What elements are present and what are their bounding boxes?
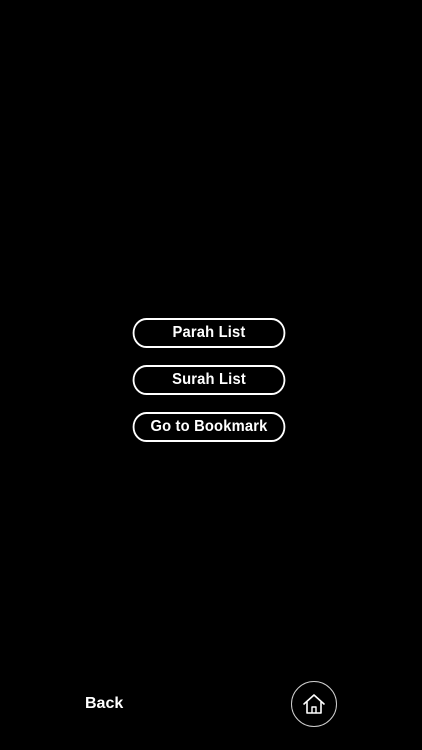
parah-list-button[interactable]: Parah List bbox=[132, 318, 286, 348]
home-button[interactable] bbox=[291, 681, 337, 727]
main-menu: Parah List Surah List Go to Bookmark bbox=[126, 318, 292, 442]
main-menu-screen: Parah List Surah List Go to Bookmark Bac… bbox=[0, 0, 422, 750]
go-to-bookmark-button[interactable]: Go to Bookmark bbox=[132, 412, 286, 442]
surah-list-label: Surah List bbox=[172, 371, 246, 388]
parah-list-label: Parah List bbox=[172, 324, 246, 341]
home-icon bbox=[301, 692, 327, 716]
back-button[interactable]: Back bbox=[85, 695, 123, 713]
surah-list-button[interactable]: Surah List bbox=[132, 365, 286, 395]
go-to-bookmark-label: Go to Bookmark bbox=[150, 418, 268, 435]
